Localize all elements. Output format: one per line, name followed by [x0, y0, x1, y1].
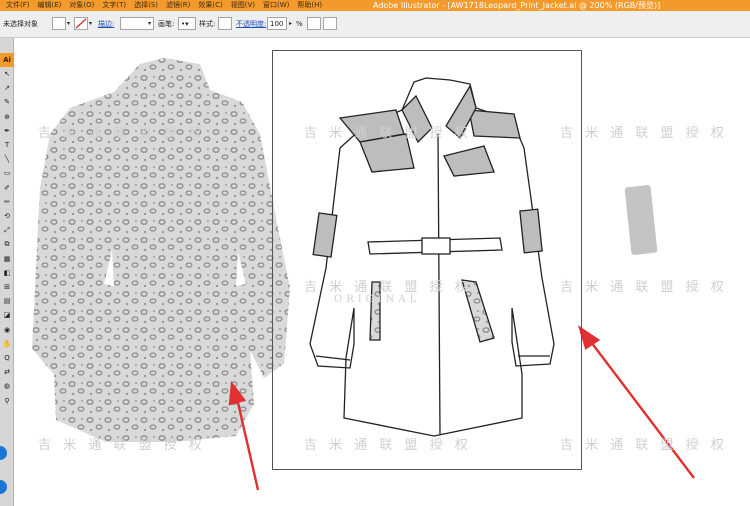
- tool-button[interactable]: ◍: [2, 382, 12, 391]
- watermark-text: 吉 米 通 联 盟 授 权: [560, 280, 728, 295]
- title-bar: 文件(F) 编辑(E) 对象(O) 文字(T) 选择(S) 滤镜(R) 效果(C…: [0, 0, 750, 11]
- watermark-original: ORIGINAL: [334, 294, 421, 305]
- menu-edit[interactable]: 编辑(E): [34, 1, 66, 10]
- opacity-field[interactable]: 100: [267, 17, 287, 30]
- tool-button[interactable]: ⤢: [2, 226, 12, 235]
- menu-file[interactable]: 文件(F): [2, 1, 34, 10]
- tool-button[interactable]: ▤: [2, 297, 12, 306]
- document-canvas[interactable]: 吉 米 通 联 盟 授 权 吉 米 通 联 盟 授 权 吉 米 通 联 盟 授 …: [14, 38, 750, 506]
- tool-button[interactable]: ✋: [2, 340, 12, 349]
- selection-status: 未选择对象: [3, 20, 38, 28]
- tool-button[interactable]: Q: [2, 354, 12, 363]
- tool-button[interactable]: ◪: [2, 311, 12, 320]
- menu-filter[interactable]: 滤镜(R): [162, 1, 194, 10]
- opacity-value: 100: [270, 20, 284, 28]
- document-setup-button[interactable]: [323, 17, 337, 30]
- fill-swatch[interactable]: [52, 17, 66, 30]
- fill-dropdown-icon[interactable]: ▾: [67, 17, 70, 31]
- tool-button[interactable]: ⊕: [2, 113, 12, 122]
- opacity-arrow-icon[interactable]: ▸: [289, 17, 292, 31]
- style-swatch[interactable]: [218, 17, 232, 30]
- watermark-text: 吉 米 通 联 盟 授 权: [304, 280, 472, 295]
- menu-bar: 文件(F) 编辑(E) 对象(O) 文字(T) 选择(S) 滤镜(R) 效果(C…: [2, 1, 326, 10]
- stroke-weight-field[interactable]: ▾: [120, 17, 154, 30]
- watermark-text: 吉 米 通 联 盟 授 权: [304, 438, 472, 453]
- tool-button[interactable]: ✎: [2, 98, 12, 107]
- tool-button[interactable]: ⟲: [2, 212, 12, 221]
- tool-button[interactable]: ⚲: [2, 397, 12, 406]
- menu-view[interactable]: 视图(V): [227, 1, 259, 10]
- brush-label: 画笔:: [158, 20, 175, 28]
- tool-button[interactable]: ⊞: [2, 283, 12, 292]
- watermark-text: 吉 米 通 联 盟 授 权: [38, 438, 206, 453]
- control-bar: 未选择对象 ▾ ▾ 描边: ▾ 画笔: •▾ 样式: 不透明度: 100 ▸ %: [0, 11, 750, 38]
- tool-button[interactable]: ⧉: [2, 240, 12, 249]
- tool-button[interactable]: ✐: [2, 184, 12, 193]
- tool-button[interactable]: ⇄: [2, 368, 12, 377]
- brush-dot-icon: •▾: [181, 20, 189, 28]
- opacity-label[interactable]: 不透明度:: [236, 17, 266, 31]
- watermark-text: 吉 米 通 联 盟 授 权: [38, 126, 206, 141]
- tool-button[interactable]: ◉: [2, 326, 12, 335]
- tool-button[interactable]: ◧: [2, 269, 12, 278]
- tool-button[interactable]: T: [2, 141, 12, 150]
- tool-button[interactable]: ▭: [2, 169, 12, 178]
- menu-select[interactable]: 选择(S): [130, 1, 162, 10]
- tool-button[interactable]: ↗: [2, 84, 12, 93]
- watermark-text: 吉 米 通 联 盟 授 权: [304, 126, 472, 141]
- recolor-button[interactable]: [307, 17, 321, 30]
- opacity-unit: %: [296, 20, 303, 28]
- window-title: Adobe Illustrator - [AW1718Leopard_Print…: [373, 1, 661, 10]
- menu-object[interactable]: 对象(O): [65, 1, 98, 10]
- tool-button[interactable]: ✏: [2, 198, 12, 207]
- no-stroke-icon: [75, 18, 87, 29]
- chevron-down-icon: ▾: [147, 20, 151, 27]
- tool-button[interactable]: ╲: [2, 155, 12, 164]
- menu-help[interactable]: 帮助(H): [293, 1, 326, 10]
- watermark-text: 吉 米 通 联 盟 授 权: [560, 126, 728, 141]
- tool-button[interactable]: ✒: [2, 127, 12, 136]
- stroke-label[interactable]: 描边:: [98, 17, 114, 31]
- menu-type[interactable]: 文字(T): [98, 1, 130, 10]
- tool-button[interactable]: ↖: [2, 70, 12, 79]
- ai-logo: Ai: [0, 53, 14, 67]
- tool-button[interactable]: ▦: [2, 255, 12, 264]
- artboard: [272, 50, 582, 470]
- stroke-dropdown-icon[interactable]: ▾: [89, 17, 92, 31]
- watermark-text: 吉 米 通 联 盟 授 权: [560, 438, 728, 453]
- style-label: 样式:: [199, 20, 216, 28]
- brush-dropdown[interactable]: •▾: [178, 17, 196, 30]
- menu-window[interactable]: 窗口(W): [259, 1, 293, 10]
- stroke-swatch[interactable]: [74, 17, 88, 30]
- leopard-jacket-silhouette: [32, 58, 290, 442]
- menu-effect[interactable]: 效果(C): [194, 1, 226, 10]
